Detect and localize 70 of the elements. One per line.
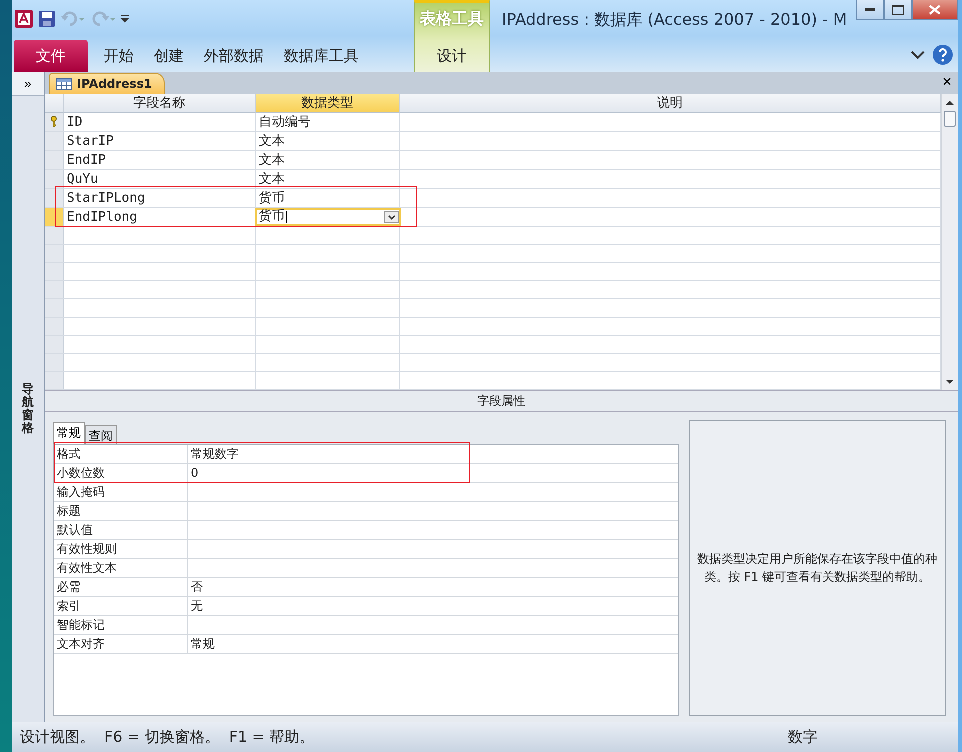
data-type-cell[interactable]: 货币 — [256, 189, 400, 207]
ribbon-tab[interactable]: 创建 — [144, 40, 194, 72]
properties-title: 字段属性 — [478, 392, 526, 410]
ribbon-toggle-icon[interactable] — [910, 49, 926, 61]
property-tab[interactable]: 常规 — [53, 422, 85, 444]
status-message: 设计视图。 F6 = 切换窗格。 F1 = 帮助。 — [20, 728, 315, 746]
close-icon — [929, 4, 941, 14]
status-mode: 数字 — [788, 728, 818, 746]
property-value[interactable]: 0 — [188, 464, 678, 482]
column-header[interactable]: 说明 — [400, 94, 941, 113]
table-icon — [56, 78, 72, 90]
property-value[interactable]: 常规 — [188, 635, 678, 653]
field-name-cell[interactable]: StarIPLong — [64, 189, 256, 207]
dropdown-button[interactable] — [384, 211, 399, 223]
property-tab[interactable]: 查阅 — [85, 425, 117, 444]
document-tab[interactable]: IPAddress1 — [49, 73, 166, 94]
ribbon-tab[interactable]: 数据库工具 — [274, 40, 369, 72]
customize-icon[interactable] — [120, 13, 130, 25]
property-label: 输入掩码 — [54, 483, 188, 501]
property-value[interactable]: 常规数字 — [188, 445, 678, 463]
field-name-cell[interactable]: StarIP — [64, 132, 256, 150]
row-selector[interactable] — [45, 189, 64, 207]
maximize-icon — [892, 4, 904, 14]
minimize-icon — [865, 8, 875, 12]
field-name-cell[interactable]: ID — [64, 113, 256, 131]
property-label: 有效性规则 — [54, 540, 188, 558]
row-selector[interactable] — [45, 208, 64, 226]
row-selector[interactable] — [45, 170, 64, 188]
ribbon-tab[interactable]: 设计 — [414, 40, 490, 72]
property-label: 文本对齐 — [54, 635, 188, 653]
chevron-down-icon — [388, 214, 396, 220]
save-icon[interactable] — [38, 10, 56, 28]
data-type-cell[interactable]: 文本 — [256, 151, 400, 169]
property-label: 默认值 — [54, 521, 188, 539]
window-title: IPAddress : 数据库 (Access 2007 - 2010) - M — [502, 10, 848, 31]
data-type-cell[interactable]: 文本 — [256, 132, 400, 150]
close-tab-button[interactable]: × — [942, 75, 952, 91]
ribbon-tab[interactable]: 开始 — [94, 40, 144, 72]
app-icon — [14, 9, 34, 29]
column-header[interactable]: 数据类型 — [256, 94, 400, 113]
context-group-title: 表格工具 — [420, 9, 484, 30]
scroll-thumb[interactable] — [944, 111, 956, 127]
expand-nav-button[interactable]: » — [12, 72, 44, 96]
property-label: 小数位数 — [54, 464, 188, 482]
property-value[interactable]: 无 — [188, 597, 678, 615]
help-text: 数据类型决定用户所能保存在该字段中值的种类。按 F1 键可查看有关数据类型的帮助。 — [696, 551, 938, 586]
property-label: 必需 — [54, 578, 188, 596]
data-type-cell[interactable]: 文本 — [256, 170, 400, 188]
help-icon[interactable] — [932, 44, 954, 66]
close-button[interactable] — [912, 0, 958, 20]
data-type-cell[interactable]: 自动编号 — [256, 113, 400, 131]
scroll-down-icon[interactable] — [946, 380, 954, 384]
field-name-cell[interactable]: QuYu — [64, 170, 256, 188]
property-label: 索引 — [54, 597, 188, 615]
property-label: 有效性文本 — [54, 559, 188, 577]
ribbon-tab[interactable]: 外部数据 — [194, 40, 274, 72]
navigation-pane-title[interactable]: 导航窗格 — [22, 382, 34, 436]
vertical-scrollbar[interactable] — [941, 94, 958, 390]
property-label: 智能标记 — [54, 616, 188, 634]
minimize-button[interactable] — [856, 0, 884, 20]
row-selector[interactable] — [45, 113, 64, 131]
column-header[interactable]: 字段名称 — [64, 94, 256, 113]
property-label: 标题 — [54, 502, 188, 520]
field-name-cell[interactable]: EndIP — [64, 151, 256, 169]
property-value[interactable]: 否 — [188, 578, 678, 596]
maximize-button[interactable] — [884, 0, 912, 20]
property-label: 格式 — [54, 445, 188, 463]
data-type-dropdown[interactable]: 货币 — [255, 208, 401, 226]
ribbon-tab[interactable]: 文件 — [14, 40, 88, 72]
scroll-up-icon[interactable] — [946, 100, 954, 104]
